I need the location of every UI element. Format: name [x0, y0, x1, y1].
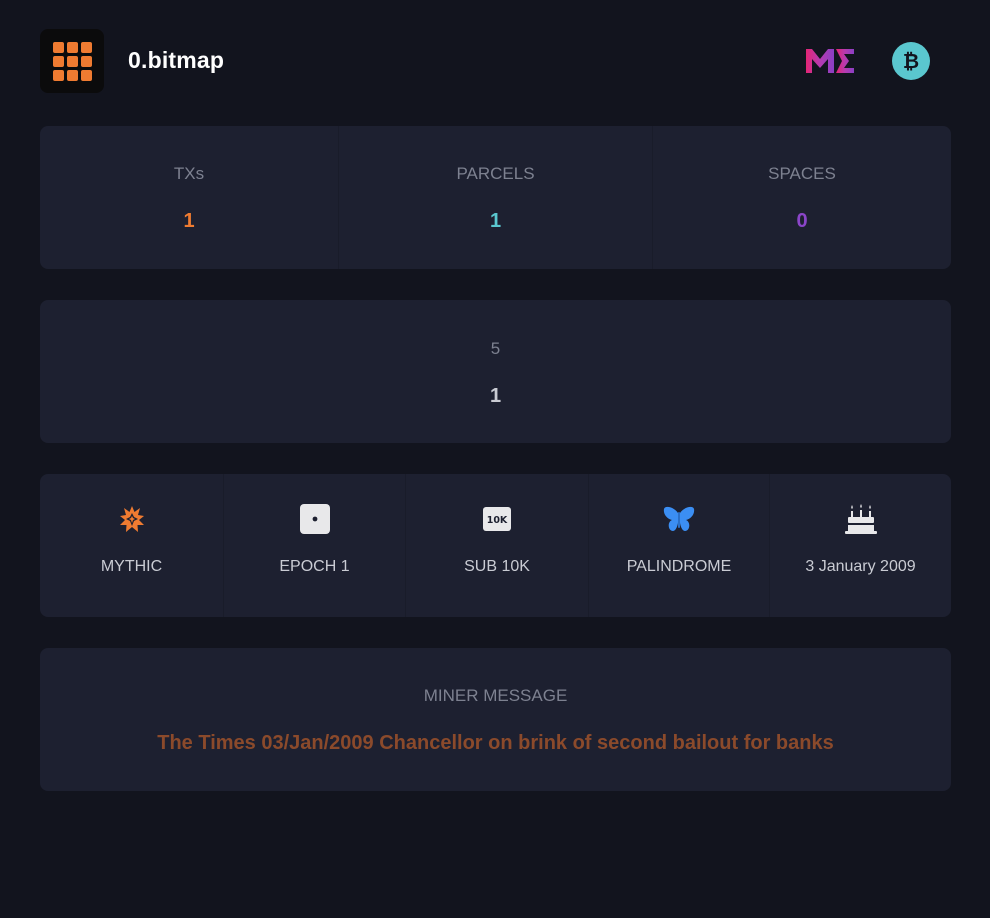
bitcoin-icon: ₿: [903, 49, 919, 73]
stat-value: 1: [489, 210, 502, 232]
traits-card: MYTHIC EPOCH 1 10K SUB 10K PALINDROME 3 …: [40, 474, 951, 617]
trait-label: EPOCH 1: [279, 558, 350, 575]
miner-message-text: The Times 03/Jan/2009 Chancellor on brin…: [157, 732, 834, 754]
grid-icon: [40, 29, 104, 93]
birthday-cake-icon: [844, 502, 878, 536]
trait-label: PALINDROME: [626, 558, 732, 575]
miner-message-card: MINER MESSAGE The Times 03/Jan/2009 Chan…: [40, 648, 951, 791]
mythic-icon: [115, 502, 149, 536]
bitcoin-link[interactable]: ₿: [892, 42, 930, 80]
trait-label: 3 January 2009: [805, 558, 916, 575]
parcel-value: 1: [489, 385, 502, 407]
trait-epoch: EPOCH 1: [223, 474, 405, 617]
trait-sub10k: 10K SUB 10K: [405, 474, 588, 617]
trait-mythic: MYTHIC: [40, 474, 223, 617]
header: 0.bitmap ₿: [40, 29, 930, 93]
stat-spaces: SPACES 0: [652, 126, 951, 269]
svg-text:10K: 10K: [487, 515, 508, 526]
stat-value: 1: [183, 210, 195, 232]
butterfly-icon: [662, 502, 696, 536]
stat-label: SPACES: [768, 164, 836, 183]
miner-message-label: MINER MESSAGE: [423, 686, 568, 705]
magic-eden-icon: [806, 49, 854, 73]
trait-birthday: 3 January 2009: [769, 474, 951, 617]
stat-parcels: PARCELS 1: [338, 126, 652, 269]
magic-eden-link[interactable]: [804, 43, 856, 77]
trait-label: MYTHIC: [100, 558, 163, 575]
stat-label: PARCELS: [456, 164, 535, 183]
trait-palindrome: PALINDROME: [588, 474, 769, 617]
page-title: 0.bitmap: [128, 47, 225, 73]
parcel-label: 5: [490, 339, 501, 358]
10k-icon: 10K: [480, 502, 514, 536]
stats-card: TXs 1 PARCELS 1 SPACES 0: [40, 126, 951, 269]
stat-label: TXs: [173, 164, 205, 183]
stat-txs: TXs 1: [40, 126, 338, 269]
page: 0.bitmap ₿ TXs 1 PARCELS 1 SPACES 0 5 1 …: [0, 0, 990, 918]
dice-icon: [298, 502, 332, 536]
svg-text:₿: ₿: [903, 49, 919, 73]
trait-label: SUB 10K: [464, 558, 530, 575]
parcel-card: 5 1: [40, 300, 951, 443]
stat-value: 0: [796, 210, 808, 232]
